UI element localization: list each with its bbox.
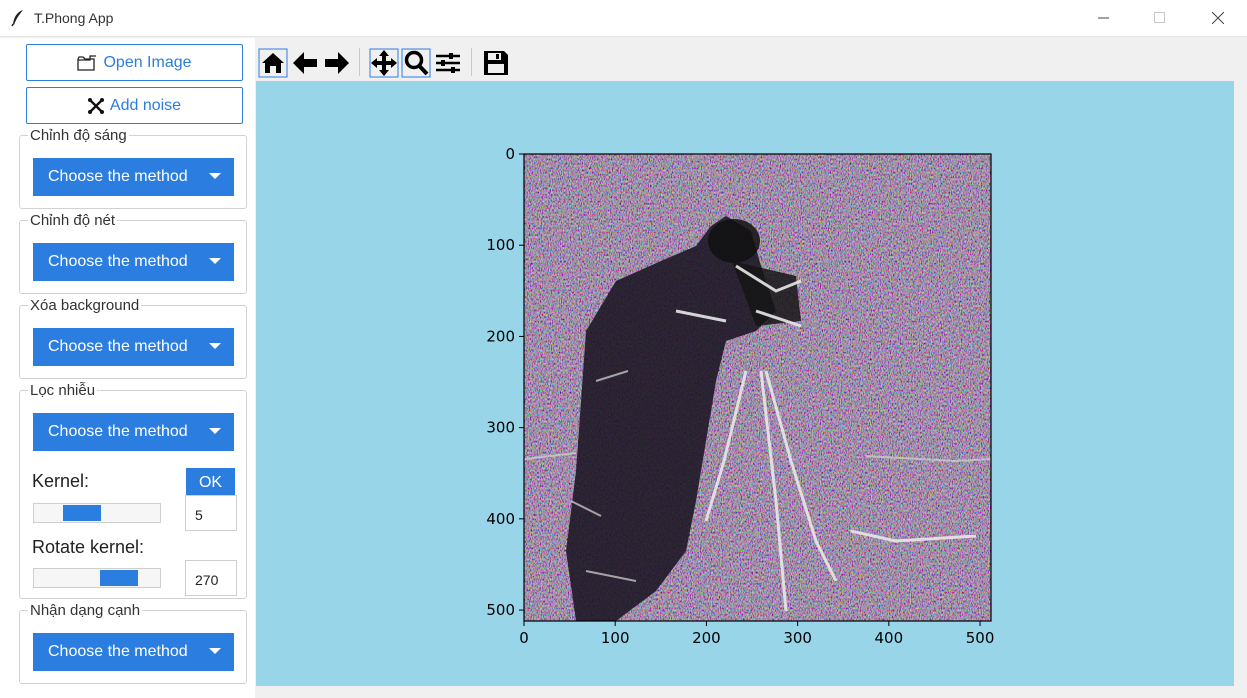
x-tick-label: 0: [519, 629, 529, 647]
pan-icon: [369, 48, 399, 78]
close-button[interactable]: [1195, 0, 1241, 36]
kernel-value-input[interactable]: 5: [185, 495, 237, 531]
x-tick-label: 100: [601, 629, 630, 647]
save-button[interactable]: [480, 47, 512, 79]
brightness-method-dropdown[interactable]: Choose the method: [33, 158, 234, 196]
maximize-icon: [1154, 12, 1165, 23]
back-button[interactable]: [289, 47, 321, 79]
y-tick-label: 400: [486, 510, 515, 528]
noise-filter-method-dropdown[interactable]: Choose the method: [33, 413, 234, 451]
brightness-group-label: Chỉnh độ sáng: [28, 127, 129, 144]
x-tick-label: 400: [875, 629, 904, 647]
noise-filter-group: Lọc nhiễu Choose the method Kernel: OK 5…: [19, 382, 247, 599]
chevron-down-icon: [209, 173, 221, 179]
forward-button[interactable]: [321, 47, 353, 79]
minimize-icon: [1098, 17, 1109, 19]
image-plot: 0 100 200 300 400 5000100200300400500: [486, 145, 995, 647]
sidebar: Open Image Add noise Chỉnh độ sáng Choos…: [0, 38, 255, 698]
configure-subplots-button[interactable]: [432, 47, 464, 79]
chevron-down-icon: [209, 343, 221, 349]
dropdown-value: Choose the method: [48, 253, 188, 270]
folder-icon: [77, 54, 97, 71]
remove-background-group: Xóa background Choose the method: [19, 297, 247, 379]
ok-button[interactable]: OK: [186, 468, 235, 497]
feather-icon: [11, 10, 23, 27]
open-image-label: Open Image: [103, 53, 192, 71]
configure-subplots-icon: [436, 53, 460, 73]
rotate-kernel-slider[interactable]: [33, 568, 161, 588]
dropdown-value: Choose the method: [48, 423, 188, 440]
x-tick-label: 300: [783, 629, 812, 647]
title-bar: T.Phong App: [0, 0, 1247, 37]
home-button[interactable]: [257, 47, 289, 79]
chevron-down-icon: [209, 258, 221, 264]
sharpness-method-dropdown[interactable]: Choose the method: [33, 243, 234, 281]
window-title: T.Phong App: [34, 10, 114, 26]
minimize-button[interactable]: [1081, 0, 1127, 36]
plot-canvas[interactable]: 0 100 200 300 400 500 0 100 200 300 400 500: [256, 81, 1234, 686]
noise-icon: [87, 97, 104, 114]
save-icon: [484, 51, 508, 75]
add-noise-label: Add noise: [109, 96, 182, 114]
toolbar-separator: [471, 48, 472, 76]
toolbar-separator: [359, 48, 360, 76]
x-tick-label: 200: [692, 629, 721, 647]
maximize-button[interactable]: [1137, 0, 1183, 36]
chevron-down-icon: [209, 648, 221, 654]
y-tick-label: 100: [486, 236, 515, 254]
edge-detection-group: Nhận dạng cạnh Choose the method: [19, 602, 247, 684]
zoom-button[interactable]: [400, 47, 432, 79]
y-tick-label: 500: [486, 601, 515, 619]
close-icon: [1212, 12, 1224, 24]
back-icon: [293, 52, 317, 74]
y-tick-label: 200: [486, 327, 515, 345]
remove-background-group-label: Xóa background: [28, 297, 142, 314]
home-icon: [258, 48, 288, 78]
y-tick-label: 0: [505, 145, 515, 163]
rotate-kernel-value-input[interactable]: 270: [185, 560, 237, 596]
edge-detection-method-dropdown[interactable]: Choose the method: [33, 633, 234, 671]
y-tick-label: 300: [486, 419, 515, 437]
brightness-group: Chỉnh độ sáng Choose the method: [19, 127, 247, 209]
sharpness-group-label: Chỉnh độ nét: [28, 212, 118, 229]
pan-button[interactable]: [368, 47, 400, 79]
rotate-kernel-label: Rotate kernel:: [32, 537, 145, 557]
add-noise-button[interactable]: Add noise: [26, 87, 243, 124]
forward-icon: [325, 52, 349, 74]
kernel-slider[interactable]: [33, 503, 161, 523]
zoom-icon: [401, 48, 431, 78]
open-image-button[interactable]: Open Image: [26, 44, 243, 81]
dropdown-value: Choose the method: [48, 338, 188, 355]
edge-detection-group-label: Nhận dạng cạnh: [28, 602, 143, 619]
sharpness-group: Chỉnh độ nét Choose the method: [19, 212, 247, 294]
chevron-down-icon: [209, 428, 221, 434]
rotate-kernel-slider-thumb[interactable]: [100, 570, 138, 586]
plot-toolbar: [255, 38, 1247, 81]
x-tick-label: 500: [966, 629, 995, 647]
noise-filter-group-label: Lọc nhiễu: [28, 382, 98, 399]
dropdown-value: Choose the method: [48, 643, 188, 660]
remove-background-method-dropdown[interactable]: Choose the method: [33, 328, 234, 366]
kernel-slider-thumb[interactable]: [63, 505, 101, 521]
kernel-label: Kernel:: [32, 471, 90, 491]
dropdown-value: Choose the method: [48, 168, 188, 185]
